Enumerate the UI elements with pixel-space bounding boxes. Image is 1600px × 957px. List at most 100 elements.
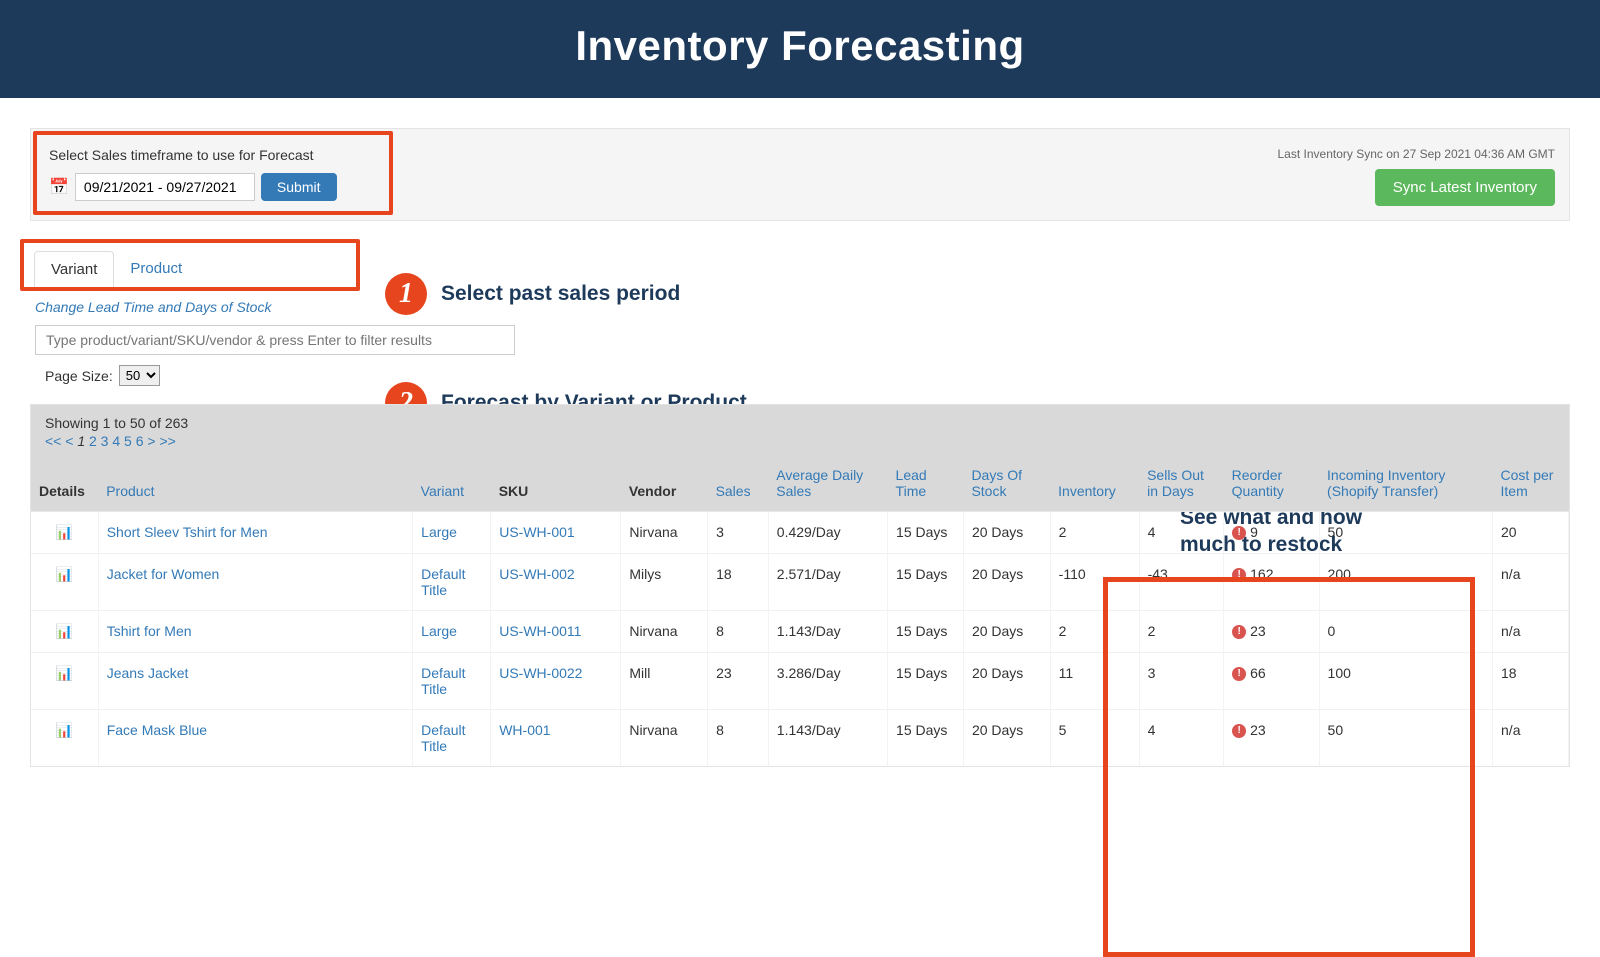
- date-range-input[interactable]: [75, 173, 255, 201]
- annotation-1-text: Select past sales period: [441, 282, 680, 306]
- table-row: 📊 Tshirt for Men Large US-WH-0011 Nirvana81.…: [31, 611, 1569, 653]
- vendor-cell: Milys: [621, 554, 708, 611]
- page-size-select[interactable]: 50: [119, 365, 160, 386]
- table-info: Showing 1 to 50 of 263 << < 1 2 3 4 5 6 …: [31, 405, 1569, 457]
- vendor-cell: Mill: [621, 653, 708, 710]
- incoming-cell: 50: [1319, 710, 1492, 767]
- col-incoming[interactable]: Incoming Inventory (Shopify Transfer): [1319, 457, 1492, 512]
- warning-icon: !: [1232, 724, 1246, 738]
- avg-cell: 3.286/Day: [768, 653, 887, 710]
- inv-cell: 5: [1050, 710, 1139, 767]
- showing-text: Showing 1 to 50 of 263: [45, 415, 1555, 431]
- warning-icon: !: [1232, 625, 1246, 639]
- sales-cell: 18: [708, 554, 769, 611]
- variant-link[interactable]: Default Title: [421, 722, 465, 754]
- col-dos[interactable]: Days Of Stock: [963, 457, 1050, 512]
- forecast-table: Details Product Variant SKU Vendor Sales…: [31, 457, 1569, 766]
- product-link[interactable]: Face Mask Blue: [107, 722, 207, 738]
- variant-link[interactable]: Default Title: [421, 566, 465, 598]
- product-link[interactable]: Tshirt for Men: [107, 623, 192, 639]
- inv-cell: -110: [1050, 554, 1139, 611]
- lead-cell: 15 Days: [888, 710, 964, 767]
- avg-cell: 1.143/Day: [768, 611, 887, 653]
- annotation-1: 1 Select past sales period: [385, 273, 680, 315]
- inv-cell: 2: [1050, 512, 1139, 554]
- tab-variant[interactable]: Variant: [34, 251, 114, 287]
- variant-link[interactable]: Large: [421, 524, 457, 540]
- col-product[interactable]: Product: [98, 457, 412, 512]
- table-row: 📊 Short Sleev Tshirt for Men Large US-WH-00…: [31, 512, 1569, 554]
- sells-cell: 2: [1139, 611, 1224, 653]
- page-size-label: Page Size:: [45, 368, 113, 384]
- calendar-icon: 📅: [49, 177, 69, 197]
- col-sells[interactable]: Sells Out in Days: [1139, 457, 1224, 512]
- col-avg[interactable]: Average Daily Sales: [768, 457, 887, 512]
- sku-link[interactable]: US-WH-0022: [499, 665, 582, 681]
- chart-icon[interactable]: 📊: [56, 722, 73, 738]
- reorder-cell: !66: [1224, 653, 1319, 710]
- col-variant[interactable]: Variant: [413, 457, 491, 512]
- vendor-cell: Nirvana: [621, 512, 708, 554]
- sync-box: Last Inventory Sync on 27 Sep 2021 04:36…: [1278, 147, 1556, 206]
- submit-button[interactable]: Submit: [261, 173, 337, 201]
- variant-link[interactable]: Large: [421, 623, 457, 639]
- col-lead[interactable]: Lead Time: [888, 457, 964, 512]
- sync-button[interactable]: Sync Latest Inventory: [1375, 169, 1555, 206]
- dos-cell: 20 Days: [963, 710, 1050, 767]
- col-sales[interactable]: Sales: [708, 457, 769, 512]
- timeframe-label: Select Sales timeframe to use for Foreca…: [49, 147, 377, 163]
- timeframe-box: Select Sales timeframe to use for Foreca…: [33, 131, 393, 215]
- chart-icon[interactable]: 📊: [56, 524, 73, 540]
- lead-cell: 15 Days: [888, 512, 964, 554]
- sales-cell: 3: [708, 512, 769, 554]
- chart-icon[interactable]: 📊: [56, 665, 73, 681]
- product-link[interactable]: Jeans Jacket: [107, 665, 189, 681]
- variant-link[interactable]: Default Title: [421, 665, 465, 697]
- table-row: 📊 Jacket for Women Default Title US-WH-002 M…: [31, 554, 1569, 611]
- dos-cell: 20 Days: [963, 653, 1050, 710]
- sells-cell: 4: [1139, 710, 1224, 767]
- vendor-cell: Nirvana: [621, 710, 708, 767]
- cost-cell: 20: [1493, 512, 1569, 554]
- incoming-cell: 0: [1319, 611, 1492, 653]
- sku-link[interactable]: US-WH-0011: [499, 623, 581, 639]
- chart-icon[interactable]: 📊: [56, 566, 73, 582]
- sales-cell: 8: [708, 611, 769, 653]
- lead-cell: 15 Days: [888, 653, 964, 710]
- sells-cell: 3: [1139, 653, 1224, 710]
- product-link[interactable]: Jacket for Women: [107, 566, 220, 582]
- tab-product[interactable]: Product: [114, 251, 198, 287]
- sku-link[interactable]: US-WH-001: [499, 524, 574, 540]
- col-details: Details: [31, 457, 98, 512]
- cost-cell: 18: [1493, 653, 1569, 710]
- col-cost[interactable]: Cost per Item: [1493, 457, 1569, 512]
- pager[interactable]: << < 1 2 3 4 5 6 > >>: [45, 433, 1555, 449]
- col-inv[interactable]: Inventory: [1050, 457, 1139, 512]
- table-header-row: Details Product Variant SKU Vendor Sales…: [31, 457, 1569, 512]
- sells-cell: -43: [1139, 554, 1224, 611]
- sku-link[interactable]: US-WH-002: [499, 566, 574, 582]
- reorder-cell: !23: [1224, 710, 1319, 767]
- avg-cell: 2.571/Day: [768, 554, 887, 611]
- lead-cell: 15 Days: [888, 611, 964, 653]
- top-controls: Select Sales timeframe to use for Foreca…: [30, 128, 1570, 221]
- chart-icon[interactable]: 📊: [56, 623, 73, 639]
- vendor-cell: Nirvana: [621, 611, 708, 653]
- reorder-cell: !23: [1224, 611, 1319, 653]
- dos-cell: 20 Days: [963, 512, 1050, 554]
- cost-cell: n/a: [1493, 710, 1569, 767]
- page-size: Page Size: 50: [45, 365, 1600, 386]
- table-row: 📊 Face Mask Blue Default Title WH-001 Nirvan…: [31, 710, 1569, 767]
- avg-cell: 1.143/Day: [768, 710, 887, 767]
- col-reorder[interactable]: Reorder Quantity: [1224, 457, 1319, 512]
- sells-cell: 4: [1139, 512, 1224, 554]
- warning-icon: !: [1232, 667, 1246, 681]
- change-lead-time-link[interactable]: Change Lead Time and Days of Stock: [35, 299, 271, 315]
- sku-link[interactable]: WH-001: [499, 722, 550, 738]
- inv-cell: 11: [1050, 653, 1139, 710]
- warning-icon: !: [1232, 526, 1246, 540]
- page-header: Inventory Forecasting: [0, 0, 1600, 98]
- sales-cell: 23: [708, 653, 769, 710]
- filter-input[interactable]: [35, 325, 515, 355]
- product-link[interactable]: Short Sleev Tshirt for Men: [107, 524, 268, 540]
